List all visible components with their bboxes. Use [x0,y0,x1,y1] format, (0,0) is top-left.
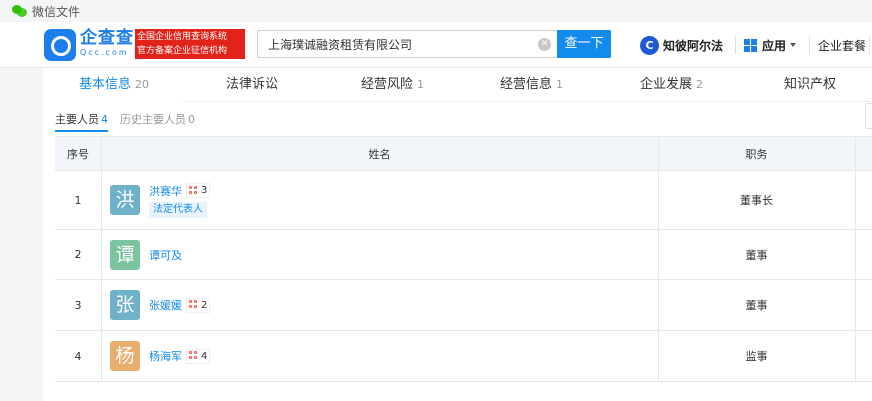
table-row: 1 洪 洪赛华 3 法定代表人 董事长 [55,171,872,230]
table-row: 2 谭 谭可及 董事 [55,230,872,280]
avatar: 谭 [110,239,140,270]
export-button[interactable] [865,103,872,129]
avatar: 杨 [110,341,140,371]
person-name-link[interactable]: 张媛媛 [149,297,182,313]
slogan-line-1: 全国企业信用查询系统 [137,32,228,42]
slogan-line-2: 官方备案企业征信机构 [137,46,228,56]
row-index: 3 [74,298,82,312]
chevron-down-icon [790,43,797,47]
subtab-count: 0 [188,113,195,126]
person-info: 洪赛华 3 法定代表人 [149,183,211,218]
search-input[interactable] [258,31,528,57]
tab-label: 经营风险 [361,77,414,92]
tab-count: 1 [556,78,564,91]
table-row: 4 杨 杨海军 4 监事 [55,331,872,382]
position-cell: 董事长 [740,194,773,207]
tab-count: 1 [417,78,425,91]
person-name-link[interactable]: 杨海军 [149,348,182,364]
person-name-link[interactable]: 洪赛华 [149,183,182,199]
company-detail-card: 基本信息 20 法律诉讼 经营风险 1 经营信息 1 企业发展 2 知识产权 主要人员 4… [43,68,872,401]
row-index: 2 [74,248,82,261]
zhibi-logo-icon: C [640,35,659,55]
zhibi-alpha-link[interactable]: C 知彼阿尔法 [640,35,723,55]
zhibi-label: 知彼阿尔法 [663,38,724,53]
relation-graph-icon [189,185,199,196]
tab-ip[interactable]: 知识产权 [784,68,836,102]
relation-badge[interactable]: 3 [186,183,211,198]
window-titlebar: 微信文件 [0,0,872,22]
personnel-subtabs: 主要人员 4 历史主要人员 0 [55,110,207,132]
row-index: 1 [74,193,82,207]
header-divider [869,36,870,54]
header-divider [809,36,810,54]
site-header: 企查查 Qcc.com 全国企业信用查询系统 官方备案企业征信机构 ✕ 查一下 … [0,22,872,68]
search-box: ✕ [257,30,555,58]
tab-operating-info[interactable]: 经营信息 1 [500,68,563,102]
tab-legal[interactable]: 法律诉讼 [226,68,278,102]
header-divider [735,36,736,54]
brand[interactable]: 企查查 Qcc.com [80,28,134,58]
enterprise-package-link[interactable]: 企业套餐 [818,37,866,54]
header-index: 序号 [67,147,89,161]
header-position: 职务 [745,147,768,161]
relation-badge[interactable]: 4 [186,348,211,364]
brand-name: 企查查 [80,28,134,48]
window-title: 微信文件 [32,4,81,19]
wechat-icon [12,4,28,18]
person-cell: 洪 洪赛华 3 法定代表人 [101,171,658,229]
subtab-label: 历史主要人员 [120,113,186,126]
position-cell: 董事 [745,248,768,262]
position-cell: 监事 [745,350,768,363]
position-cell: 董事 [745,299,768,312]
relation-graph-icon [189,300,199,310]
tab-label: 知识产权 [784,77,837,92]
table-row: 3 张 张媛媛 2 董事 [55,280,872,331]
person-cell: 张 张媛媛 2 [101,280,658,330]
subtab-history-personnel[interactable]: 历史主要人员 0 [120,111,195,127]
relation-count: 3 [201,185,208,196]
row-index: 4 [74,349,82,363]
relation-count: 4 [201,350,208,362]
avatar: 张 [110,290,140,320]
relation-graph-icon [189,351,199,361]
person-info: 杨海军 4 [149,348,211,364]
qcc-logo-icon[interactable] [44,29,76,61]
tab-label: 基本信息 [79,77,132,92]
search-button[interactable]: 查一下 [557,30,611,58]
tab-label: 法律诉讼 [226,77,279,92]
person-info: 张媛媛 2 [149,297,211,313]
tab-label: 企业发展 [640,77,693,92]
legal-representative-tag: 法定代表人 [149,201,207,218]
slogan-badge: 全国企业信用查询系统 官方备案企业征信机构 [135,29,245,59]
person-cell: 谭 谭可及 [101,230,658,279]
clear-icon[interactable]: ✕ [538,38,551,51]
apps-menu[interactable]: 应用 [744,35,797,55]
brand-domain: Qcc.com [80,48,129,57]
table-header-row: 序号 姓名 职务 [55,136,872,171]
subtab-key-personnel[interactable]: 主要人员 4 [55,111,108,132]
subtab-label: 主要人员 [55,112,99,126]
tab-label: 经营信息 [500,77,553,92]
main-tabs: 基本信息 20 法律诉讼 经营风险 1 经营信息 1 企业发展 2 知识产权 [43,68,872,103]
subtab-count: 4 [101,112,108,126]
relation-count: 2 [201,299,208,311]
person-info: 谭可及 [149,247,182,263]
person-name-link[interactable]: 谭可及 [149,247,182,263]
person-cell: 杨 杨海军 4 [101,331,658,381]
tab-operating-risk[interactable]: 经营风险 1 [361,68,424,102]
tab-development[interactable]: 企业发展 2 [640,68,703,102]
apps-label: 应用 [762,38,787,53]
apps-grid-icon [744,38,757,52]
tab-count: 20 [135,78,150,91]
relation-badge[interactable]: 2 [186,297,211,313]
header-name: 姓名 [368,147,391,161]
tab-basic-info[interactable]: 基本信息 20 [79,68,149,102]
tab-count: 2 [696,78,704,91]
avatar: 洪 [110,185,140,215]
